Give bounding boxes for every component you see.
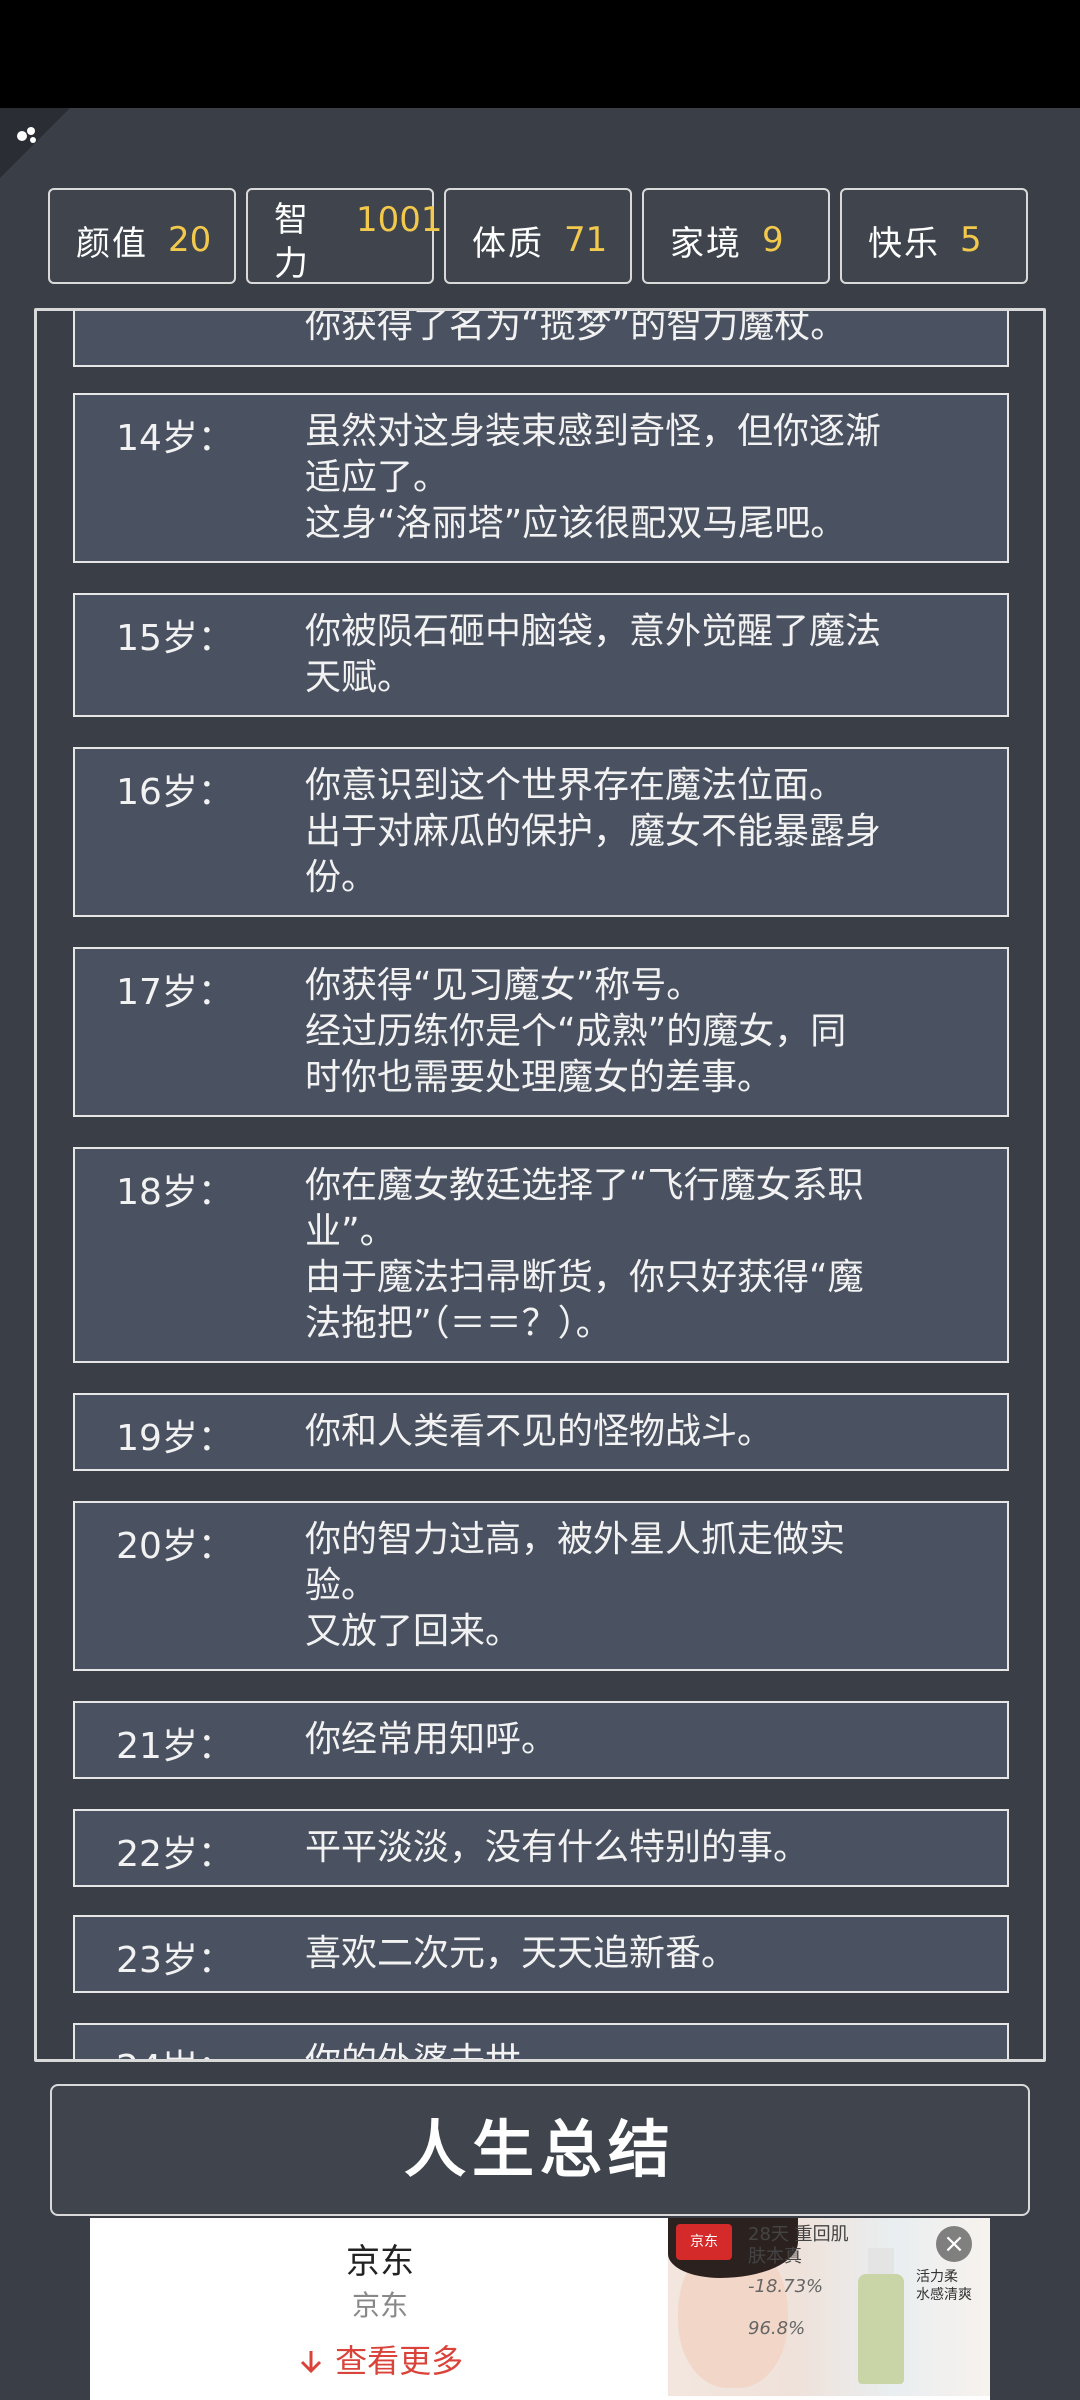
event-row: 22岁： 平平淡淡，没有什么特别的事。 (73, 1809, 1009, 1887)
event-line: 你和人类看不见的怪物战斗。 (305, 1411, 774, 1452)
stat-value: 1001 (356, 200, 443, 240)
event-line: 份。 (305, 857, 378, 898)
stat-value: 71 (564, 220, 608, 260)
event-text: 平平淡淡，没有什么特别的事。 (305, 1825, 965, 1871)
stat-intelligence: 智力 1001 (246, 188, 443, 284)
stat-value: 5 (960, 220, 982, 260)
event-age: 19岁： (116, 1418, 234, 1459)
ad-more-label: 查看更多 (335, 2342, 464, 2380)
event-row: 15岁： 你被陨石砸中脑袋，意外觉醒了魔法 天赋。 (73, 593, 1009, 717)
stat-label: 快乐 (868, 224, 940, 264)
event-line: 喜欢二次元，天天追新番。 (305, 1933, 738, 1974)
event-text: 你获得“见习魔女”称号。 经过历练你是个“成熟”的魔女，同 时你也需要处理魔女的… (305, 963, 965, 1101)
stat-label: 家境 (670, 224, 742, 264)
event-row: 你获得了名为“揽梦”的智力魔杖。 (73, 308, 1009, 367)
event-age: 14岁： (116, 418, 234, 459)
event-line: 你的外婆去世。 (305, 2041, 558, 2062)
ad-image[interactable]: 京东 28天 重回肌肤本真 -18.73% 96.8% 活力柔 水感清爽 × (668, 2218, 990, 2396)
event-row: 17岁： 你获得“见习魔女”称号。 经过历练你是个“成熟”的魔女，同 时你也需要… (73, 947, 1009, 1117)
event-row: 20岁： 你的智力过高，被外星人抓走做实 验。 又放了回来。 (73, 1501, 1009, 1671)
event-age: 21岁： (116, 1726, 234, 1767)
download-arrow-icon (300, 2351, 321, 2374)
event-row: 14岁： 虽然对这身装束感到奇怪，但你逐渐 适应了。 这身“洛丽塔”应该很配双马… (73, 393, 1009, 563)
event-line: 你的智力过高，被外星人抓走做实 (305, 1519, 846, 1560)
event-age: 24岁： (75, 2039, 275, 2059)
event-line: 天赋。 (305, 657, 414, 698)
life-event-list[interactable]: 你获得了名为“揽梦”的智力魔杖。 14岁： 虽然对这身装束感到奇怪，但你逐渐 适… (34, 308, 1046, 2062)
event-line: 法拖把”（＝＝？）。 (305, 1303, 612, 1344)
status-bar (0, 0, 1080, 108)
event-line: 出于对麻瓜的保护，魔女不能暴露身 (305, 811, 882, 852)
event-row: 16岁： 你意识到这个世界存在魔法位面。 出于对麻瓜的保护，魔女不能暴露身 份。 (73, 747, 1009, 917)
event-line: 你经常用知呼。 (305, 1719, 558, 1760)
event-line: 验。 (305, 1565, 378, 1606)
event-line: 适应了。 (305, 457, 450, 498)
ad-banner[interactable]: 京东 京东 查看更多 京东 28天 重回肌肤本真 -18.73% 96.8% 活… (90, 2218, 990, 2400)
event-line: 你被陨石砸中脑袋，意外觉醒了魔法 (305, 611, 882, 652)
event-text: 喜欢二次元，天天追新番。 (305, 1931, 965, 1977)
event-line: 平平淡淡，没有什么特别的事。 (305, 1827, 810, 1868)
event-text: 你的外婆去世。 (305, 2039, 965, 2062)
event-line: 时你也需要处理魔女的差事。 (305, 1057, 774, 1098)
stat-happiness: 快乐 5 (840, 188, 1028, 284)
stat-value: 9 (762, 220, 784, 260)
event-text: 你获得了名为“揽梦”的智力魔杖。 (305, 308, 965, 349)
event-row: 18岁： 你在魔女教廷选择了“飞行魔女系职 业”。 由于魔法扫帚断货，你只好获得… (73, 1147, 1009, 1363)
event-row: 23岁： 喜欢二次元，天天追新番。 (73, 1915, 1009, 1993)
ad-image-text: 活力柔 水感清爽 (916, 2269, 972, 2303)
event-text: 你和人类看不见的怪物战斗。 (305, 1409, 965, 1455)
ad-title[interactable]: 京东 (90, 2234, 670, 2283)
event-text: 你意识到这个世界存在魔法位面。 出于对麻瓜的保护，魔女不能暴露身 份。 (305, 763, 965, 901)
stat-value: 20 (168, 220, 212, 260)
event-line: 这身“洛丽塔”应该很配双马尾吧。 (305, 503, 847, 544)
event-line: 经过历练你是个“成熟”的魔女，同 (305, 1011, 847, 1052)
event-line: 由于魔法扫帚断货，你只好获得“魔 (305, 1257, 864, 1298)
event-line: 又放了回来。 (305, 1611, 522, 1652)
event-age: 17岁： (116, 972, 234, 1013)
stat-label: 智力 (274, 200, 310, 284)
event-line: 你获得“见习魔女”称号。 (305, 965, 703, 1006)
event-text: 虽然对这身装束感到奇怪，但你逐渐 适应了。 这身“洛丽塔”应该很配双马尾吧。 (305, 409, 965, 547)
event-age: 22岁： (116, 1834, 234, 1875)
event-age: 15岁： (116, 618, 234, 659)
ad-subtitle: 京东 (351, 2289, 408, 2322)
event-age: 16岁： (116, 772, 234, 813)
stat-constitution: 体质 71 (444, 188, 632, 284)
event-age: 20岁： (116, 1526, 234, 1567)
life-summary-button[interactable]: 人生总结 (50, 2084, 1030, 2216)
event-line: 业”。 (305, 1211, 396, 1252)
stat-label: 体质 (472, 224, 544, 264)
sparkle-icon[interactable] (14, 122, 40, 148)
event-line: 你在魔女教廷选择了“飞行魔女系职 (305, 1165, 864, 1206)
event-row: 24岁： 你的外婆去世。 (73, 2023, 1009, 2062)
event-age: 18岁： (116, 1172, 234, 1213)
close-icon[interactable]: × (936, 2226, 972, 2262)
event-age: 23岁： (116, 1940, 234, 1981)
attribute-bar: 颜值 20 智力 1001 体质 71 家境 9 快乐 5 (48, 188, 1032, 288)
event-text: 你经常用知呼。 (305, 1717, 965, 1763)
event-row: 19岁： 你和人类看不见的怪物战斗。 (73, 1393, 1009, 1471)
event-text: 你被陨石砸中脑袋，意外觉醒了魔法 天赋。 (305, 609, 965, 701)
stat-label: 颜值 (76, 224, 148, 264)
event-line: 你获得了名为“揽梦”的智力魔杖。 (305, 308, 847, 346)
ad-image-text: 96.8% (748, 2318, 806, 2339)
event-line: 你意识到这个世界存在魔法位面。 (305, 765, 846, 806)
event-line: 虽然对这身装束感到奇怪，但你逐渐 (305, 411, 882, 452)
event-row: 21岁： 你经常用知呼。 (73, 1701, 1009, 1779)
stat-appearance: 颜值 20 (48, 188, 236, 284)
ad-more-link[interactable]: 查看更多 (90, 2336, 670, 2382)
stat-family: 家境 9 (642, 188, 830, 284)
ad-bottle (858, 2274, 904, 2384)
ad-image-text: 28天 重回肌肤本真 (748, 2224, 849, 2267)
event-text: 你在魔女教廷选择了“飞行魔女系职 业”。 由于魔法扫帚断货，你只好获得“魔 法拖… (305, 1163, 965, 1347)
event-text: 你的智力过高，被外星人抓走做实 验。 又放了回来。 (305, 1517, 965, 1655)
ad-brand-badge: 京东 (676, 2224, 732, 2260)
ad-image-text: -18.73% (748, 2276, 824, 2297)
